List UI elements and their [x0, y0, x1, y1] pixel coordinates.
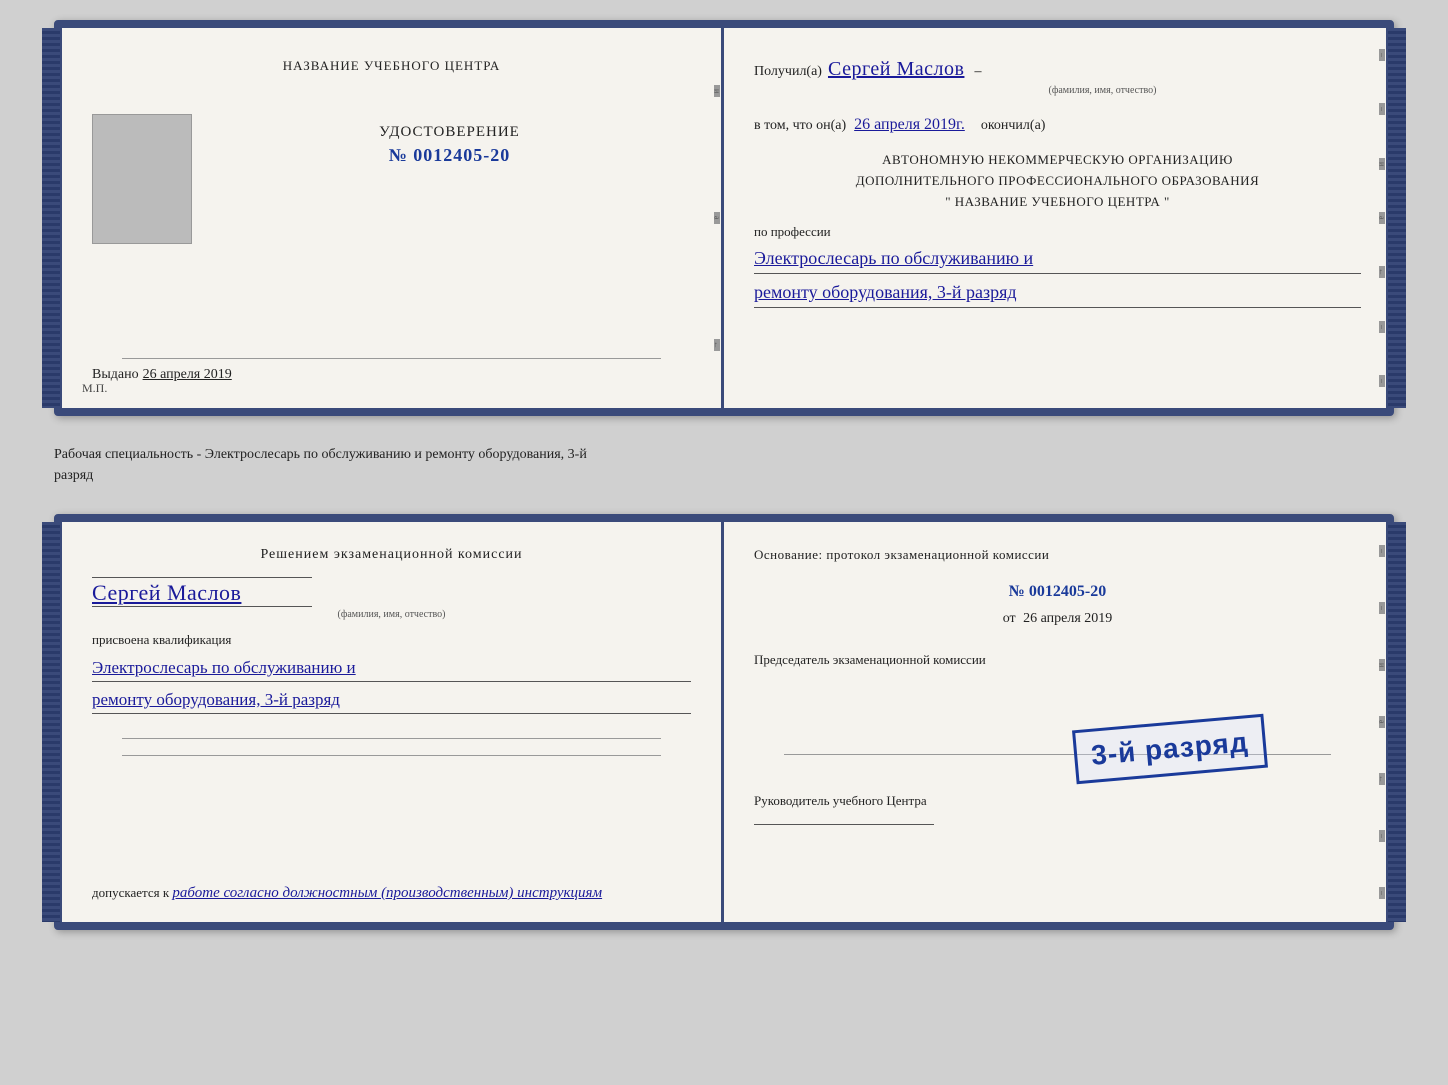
dopuskaetsya-block: допускается к работе согласно должностны…: [92, 885, 691, 902]
edge-mark: и: [1379, 158, 1385, 170]
stamp: 3-й разряд: [1072, 714, 1268, 784]
recipient-name: Сергей Маслов: [828, 58, 964, 81]
edge-mark: ←: [714, 339, 720, 351]
separator-text: Рабочая специальность - Электрослесарь п…: [54, 436, 1394, 494]
fio-subtitle: (фамилия, имя, отчество): [844, 85, 1361, 96]
edge-mark: –: [1379, 830, 1385, 842]
qualification-line2: ремонту оборудования, 3-й разряд: [92, 686, 691, 713]
page-left-1: НАЗВАНИЕ УЧЕБНОГО ЦЕНТРА УДОСТОВЕРЕНИЕ №…: [62, 28, 724, 408]
name-block: Сергей Маслов (фамилия, имя, отчество): [92, 577, 691, 620]
edge-mark: а: [1379, 212, 1385, 224]
doc2-number: № 0012405-20: [754, 583, 1361, 601]
edge-marks: и а ←: [713, 28, 721, 408]
org-line1: АВТОНОМНУЮ НЕКОММЕРЧЕСКУЮ ОРГАНИЗАЦИЮ: [754, 150, 1361, 171]
org-name-top: НАЗВАНИЕ УЧЕБНОГО ЦЕНТРА: [283, 58, 500, 74]
org-block: АВТОНОМНУЮ НЕКОММЕРЧЕСКУЮ ОРГАНИЗАЦИЮ ДО…: [754, 150, 1361, 212]
separator-line1: Рабочая специальность - Электрослесарь п…: [54, 447, 587, 462]
mp-label: М.П.: [82, 381, 107, 396]
fio-subtitle-2: (фамилия, имя, отчество): [92, 609, 691, 620]
page-left-2: Решением экзаменационной комиссии Сергей…: [62, 522, 724, 922]
edge-mark: –: [1379, 887, 1385, 899]
edge-mark: и: [1379, 659, 1385, 671]
dopuskaetsya-value: работе согласно должностным (производств…: [172, 885, 602, 901]
org-line3: " НАЗВАНИЕ УЧЕБНОГО ЦЕНТРА ": [754, 192, 1361, 213]
okonchil-label: окончил(а): [981, 118, 1046, 134]
document-card-1: НАЗВАНИЕ УЧЕБНОГО ЦЕНТРА УДОСТОВЕРЕНИЕ №…: [54, 20, 1394, 416]
osnovanie-title: Основание: протокол экзаменационной коми…: [754, 547, 1361, 563]
edge-mark: а: [714, 212, 720, 224]
page-right-2: Основание: протокол экзаменационной коми…: [724, 522, 1386, 922]
ot-date: 26 апреля 2019: [1023, 611, 1112, 626]
edge-mark: –: [1379, 375, 1385, 387]
qualification-line1: Электрослесарь по обслуживанию и: [92, 654, 691, 681]
prisvoena-label: присвоена квалификация: [92, 632, 691, 648]
separator-line2: разряд: [54, 468, 93, 483]
udostoverenie-number: № 0012405-20: [389, 145, 511, 166]
dash: –: [974, 64, 981, 80]
edge-mark: –: [1379, 545, 1385, 557]
ot-label: от: [1003, 611, 1016, 626]
predsedatel-label: Председатель экзаменационной комиссии: [754, 652, 986, 667]
profession-line2: ремонту оборудования, 3-й разряд: [754, 278, 1361, 307]
edge-mark: –: [1379, 321, 1385, 333]
recipient-row: Получил(а) Сергей Маслов –: [754, 58, 1361, 81]
poluchil-label: Получил(а): [754, 64, 822, 80]
edge-mark: ←: [1379, 773, 1385, 785]
po-professii-label: по профессии: [754, 224, 1361, 240]
resheniem-title: Решением экзаменационной комиссии: [92, 547, 691, 563]
vtom-label: в том, что он(а): [754, 118, 846, 134]
edge-marks-right: – – и а ← – –: [1378, 28, 1386, 408]
profession-line1: Электрослесарь по обслуживанию и: [754, 244, 1361, 273]
org-line2: ДОПОЛНИТЕЛЬНОГО ПРОФЕССИОНАЛЬНОГО ОБРАЗО…: [754, 171, 1361, 192]
stamp-text: 3-й разряд: [1090, 726, 1250, 772]
edge-mark: –: [1379, 103, 1385, 115]
edge-mark: а: [1379, 716, 1385, 728]
rukovoditel-block: Руководитель учебного Центра: [754, 793, 1361, 825]
page-right-1: Получил(а) Сергей Маслов – (фамилия, имя…: [724, 28, 1386, 408]
name-handwritten: Сергей Маслов: [92, 580, 241, 605]
ot-line: от 26 апреля 2019: [754, 611, 1361, 627]
vtom-row: в том, что он(а) 26 апреля 2019г. окончи…: [754, 116, 1361, 134]
edge-mark: –: [1379, 602, 1385, 614]
edge-mark: –: [1379, 49, 1385, 61]
edge-mark: ←: [1379, 266, 1385, 278]
dopuskaetsya-label: допускается к: [92, 885, 169, 900]
edge-marks-right2: – – и а ← – –: [1378, 522, 1386, 922]
edge-mark: и: [714, 85, 720, 97]
vydano-date: 26 апреля 2019: [143, 367, 232, 383]
vtom-date: 26 апреля 2019г.: [854, 116, 965, 134]
document-card-2: Решением экзаменационной комиссии Сергей…: [54, 514, 1394, 930]
udostoverenie-title: УДОСТОВЕРЕНИЕ: [379, 124, 520, 141]
predsedatel-block: Председатель экзаменационной комиссии: [754, 652, 1361, 668]
photo-placeholder: [92, 114, 192, 244]
rukovoditel-label: Руководитель учебного Центра: [754, 793, 927, 808]
vydano-row: Выдано 26 апреля 2019: [92, 367, 691, 383]
